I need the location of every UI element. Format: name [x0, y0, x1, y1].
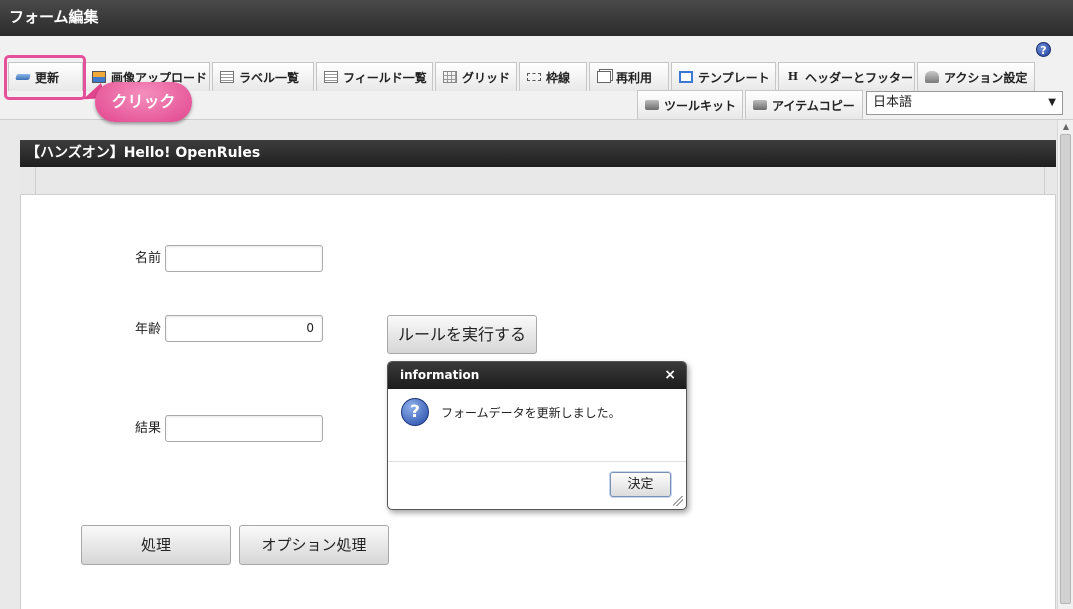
help-icon[interactable]: ?	[1036, 42, 1051, 57]
dialog-message: フォームデータを更新しました。	[441, 406, 621, 420]
tab-action-settings[interactable]: アクション設定	[917, 62, 1035, 91]
subbar-cell-right	[1044, 167, 1056, 195]
option-process-button[interactable]: オプション処理	[239, 525, 389, 565]
run-rules-button[interactable]: ルールを実行する	[387, 315, 537, 354]
click-callout: クリック	[95, 82, 192, 122]
tab-label: ヘッダーとフッター	[805, 70, 914, 85]
form-title: 【ハンズオン】Hello! OpenRules	[20, 140, 1056, 167]
toolkit-icon	[645, 100, 659, 110]
tab-template[interactable]: テンプレート	[671, 62, 776, 91]
image-upload-icon	[92, 71, 106, 83]
language-select[interactable]: 日本語 ▼	[866, 91, 1063, 115]
dialog-title: information	[400, 368, 480, 382]
form-subbar	[20, 167, 1056, 195]
tab-label: グリッド	[462, 70, 511, 85]
dialog-divider	[388, 461, 686, 462]
tab-grid[interactable]: グリッド	[435, 62, 517, 91]
close-icon[interactable]: ×	[664, 362, 676, 389]
border-icon	[527, 73, 541, 81]
language-selected: 日本語	[873, 95, 913, 110]
tab-label: テンプレート	[698, 70, 770, 85]
tab-border[interactable]: 枠線	[519, 62, 587, 91]
name-field[interactable]	[165, 245, 323, 272]
info-dialog: information × ? フォームデータを更新しました。 決定	[387, 361, 687, 510]
toolkit-icon	[753, 100, 767, 110]
scroll-up-icon[interactable]: ▲	[1058, 122, 1073, 132]
tab-item-copy[interactable]: アイテムコピー	[745, 90, 863, 119]
tab-label-list[interactable]: ラベル一覧	[212, 62, 314, 91]
chevron-down-icon: ▼	[1048, 97, 1056, 108]
vertical-scrollbar[interactable]: ▲	[1057, 120, 1073, 609]
tab-label: 再利用	[616, 70, 653, 85]
template-icon	[679, 71, 693, 83]
grid-icon	[443, 71, 457, 83]
tab-toolkit[interactable]: ツールキット	[637, 90, 743, 119]
ok-button[interactable]: 決定	[610, 472, 671, 497]
resize-grip-icon[interactable]	[673, 496, 683, 506]
window-title: フォーム編集	[0, 0, 1073, 36]
age-label: 年齢	[135, 322, 162, 337]
tab-reuse[interactable]: 再利用	[589, 62, 669, 91]
tab-header-footer[interactable]: H ヘッダーとフッター	[778, 62, 915, 91]
age-field[interactable]: 0	[165, 315, 323, 342]
tab-label: 枠線	[546, 70, 571, 85]
scroll-thumb[interactable]	[1060, 134, 1071, 604]
copy-icon	[597, 71, 611, 83]
header-icon: H	[787, 70, 799, 83]
result-label: 結果	[135, 421, 162, 436]
subbar-cell-left	[20, 167, 36, 195]
action-icon	[925, 71, 939, 83]
tab-label: ツールキット	[664, 98, 737, 113]
tab-label: アクション設定	[944, 70, 1028, 85]
list-icon	[324, 71, 338, 83]
list-icon	[220, 71, 234, 83]
process-button[interactable]: 処理	[81, 525, 231, 565]
tab-label: ラベル一覧	[239, 70, 300, 85]
result-field[interactable]	[165, 415, 323, 442]
dialog-titlebar[interactable]: information ×	[388, 362, 686, 389]
update-highlight-frame	[4, 55, 86, 100]
tab-field-list[interactable]: フィールド一覧	[316, 62, 433, 91]
name-label: 名前	[135, 251, 162, 266]
tab-label: フィールド一覧	[343, 70, 427, 85]
question-icon: ?	[401, 398, 429, 426]
tab-label: アイテムコピー	[772, 98, 855, 113]
